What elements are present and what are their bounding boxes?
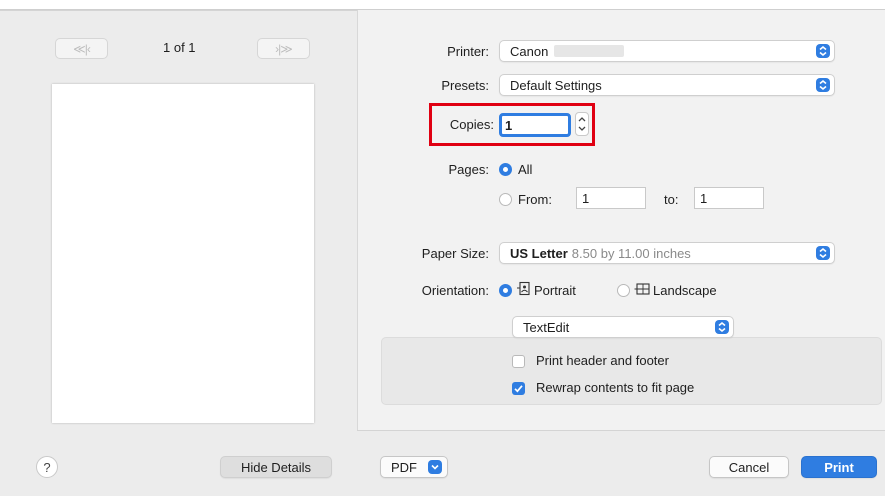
pages-from-input[interactable]: 1 <box>576 187 646 209</box>
pages-to-input[interactable]: 1 <box>694 187 764 209</box>
presets-label: Presets: <box>441 78 489 93</box>
pages-to-label: to: <box>664 192 679 207</box>
pages-all-label: All <box>518 162 533 177</box>
print-header-footer-label: Print header and footer <box>536 353 669 368</box>
print-header-footer-checkbox[interactable] <box>512 355 525 368</box>
next-last-page-button[interactable]: ›|≫ <box>257 38 310 59</box>
copies-highlight-box <box>429 103 595 146</box>
hide-details-button[interactable]: Hide Details <box>220 456 332 478</box>
orientation-label: Orientation: <box>421 283 489 298</box>
chevron-updown-icon <box>715 320 729 334</box>
rewrap-label: Rewrap contents to fit page <box>536 380 695 395</box>
print-button[interactable]: Print <box>801 456 877 478</box>
page-indicator: 1 of 1 <box>163 40 196 55</box>
landscape-label: Landscape <box>653 283 717 298</box>
page-preview <box>52 84 314 423</box>
paper-size-value: US Letter <box>510 245 568 261</box>
paper-size-select[interactable]: US Letter 8.50 by 11.00 inches <box>499 242 835 264</box>
landscape-icon <box>634 281 650 300</box>
redacted-model-name <box>554 45 625 57</box>
app-section-value: TextEdit <box>523 319 570 335</box>
app-section-select[interactable]: TextEdit <box>512 316 734 338</box>
pdf-menu-button[interactable]: PDF <box>380 456 448 478</box>
cancel-button[interactable]: Cancel <box>709 456 789 478</box>
first-prev-page-button[interactable]: ≪|‹ <box>55 38 108 59</box>
portrait-label: Portrait <box>534 283 576 298</box>
printer-select[interactable]: Canon <box>499 40 835 62</box>
pdf-label: PDF <box>391 459 417 475</box>
chevron-updown-icon <box>816 78 830 92</box>
pages-label: Pages: <box>448 162 489 177</box>
help-button[interactable]: ? <box>36 456 58 478</box>
pages-range-radio[interactable] <box>499 193 512 206</box>
checkmark-icon <box>514 385 523 393</box>
chevron-down-icon <box>428 460 442 474</box>
presets-select[interactable]: Default Settings <box>499 74 835 96</box>
pages-from-label: From: <box>518 192 552 207</box>
paper-size-detail: 8.50 by 11.00 inches <box>571 245 691 261</box>
printer-label: Printer: <box>447 44 489 59</box>
landscape-radio[interactable] <box>617 284 630 297</box>
chevron-updown-icon <box>816 44 830 58</box>
portrait-icon <box>516 281 532 300</box>
pages-all-radio[interactable] <box>499 163 512 176</box>
rewrap-checkbox[interactable] <box>512 382 525 395</box>
paper-size-label: Paper Size: <box>421 246 489 261</box>
presets-value: Default Settings <box>510 77 602 93</box>
chevron-updown-icon <box>816 246 830 260</box>
portrait-radio[interactable] <box>499 284 512 297</box>
printer-value: Canon <box>510 43 549 59</box>
